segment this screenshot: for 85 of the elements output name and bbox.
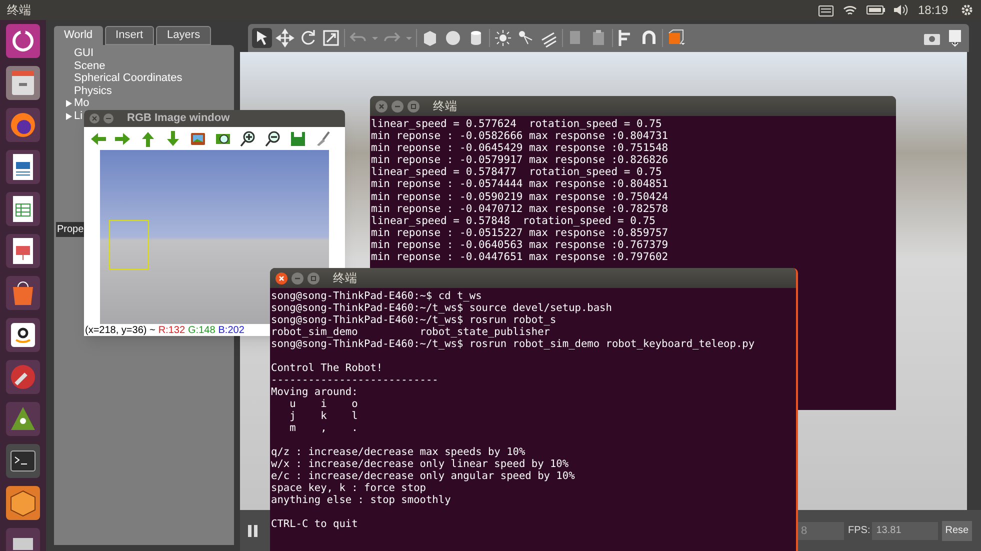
tree-item[interactable]: Physics: [74, 84, 112, 97]
terminal-line: Moving around:: [271, 386, 358, 398]
terminal-line: min reponse : -0.0590219 max response :0.750424: [371, 190, 668, 203]
terminal-line: min reponse : -0.0574444 max response :0.804851: [371, 178, 668, 191]
terminal-line: m , .: [288, 422, 358, 434]
pause-icon[interactable]: [246, 522, 260, 538]
terminal-line: song@song-ThinkPad-E460:~$ cd t_ws: [271, 290, 482, 302]
pixel-channel-value: G:148: [188, 324, 216, 336]
terminal-line: min reponse : -0.0447651 max response :0.797602: [371, 251, 668, 264]
fps-label: FPS:: [848, 524, 870, 538]
window-title: 终端: [333, 270, 357, 287]
pixel-channel-value: R:132: [158, 324, 186, 336]
text-field[interactable]: 8: [798, 522, 844, 540]
zoom-in-icon[interactable]: [239, 130, 257, 148]
terminal-line: u i o: [288, 398, 358, 410]
tree-item[interactable]: Scene: [74, 60, 106, 72]
terminal-line: min reponse : -0.0515227 max response :0.859757: [371, 226, 668, 239]
selection-rectangle: [109, 220, 149, 270]
fps-field[interactable]: 13.81: [872, 522, 938, 540]
terminal-line: robot_sim_demo robot_state_publisher: [271, 326, 550, 338]
tab[interactable]: World: [54, 26, 103, 45]
terminal-line: space key, k : force stop: [271, 482, 426, 494]
volume-icon[interactable]: [892, 3, 908, 17]
terminal-line: j k l: [288, 410, 358, 422]
tab[interactable]: Insert: [104, 26, 154, 45]
expand-arrow-icon[interactable]: [66, 112, 72, 120]
terminal-line: min reponse : -0.0645429 max response :0.751548: [371, 142, 668, 154]
smile-logo-icon[interactable]: [6, 318, 40, 352]
terminal-line: q/z : increase/decrease max speeds by 10%: [271, 446, 526, 458]
battery-icon[interactable]: [866, 4, 886, 16]
terminal-line: song@song-ThinkPad-E460:~/t_ws$ rosrun robot_s: [271, 314, 556, 326]
minimize-icon[interactable]: [391, 100, 404, 112]
terminal-line: song@song-ThinkPad-E460:~/t_ws$ rosrun robot_sim_demo robot_keyboard_teleop.py: [271, 338, 755, 350]
window-title: RGB Image window: [127, 111, 230, 126]
terminal-line: Control The Robot!: [271, 362, 383, 374]
down-arrow-icon[interactable]: [164, 130, 182, 148]
square-dropdown-icon[interactable]: [666, 28, 686, 48]
tree-item[interactable]: Li: [74, 110, 83, 122]
tree-item[interactable]: Spherical Coordinates: [74, 72, 182, 84]
wifi-icon[interactable]: [842, 3, 858, 17]
terminal-line: ---------------------------: [271, 374, 438, 386]
pixel-channel-value: B:202: [218, 324, 244, 336]
minimize-icon[interactable]: [103, 113, 114, 124]
terminal-line: min reponse : -0.0579917 max response :0.826826: [371, 154, 668, 166]
terminal-line: min reponse : -0.0582666 max response :0.804731: [371, 130, 668, 142]
save-icon[interactable]: [289, 130, 307, 148]
terminal-icon[interactable]: [6, 444, 40, 478]
expand-arrow-icon[interactable]: [66, 100, 72, 107]
scale-icon[interactable]: [321, 28, 341, 48]
terminal-line: min reponse : -0.0470712 max response :0.782578: [371, 202, 668, 215]
terminal-line: linear_speed = 0.577624 rotation_speed = 0.75: [371, 118, 662, 130]
panel-label: Prope: [56, 222, 85, 237]
shopping-bag-icon[interactable]: [6, 276, 40, 310]
tab[interactable]: Layers: [156, 26, 212, 45]
terminal-line: linear_speed = 0.578477 rotation_speed = 0.75: [371, 166, 662, 178]
terminal-line: w/x : increase/decrease only linear speed by 10%: [271, 458, 569, 470]
maximize-icon[interactable]: [407, 100, 420, 112]
spreadsheet-icon[interactable]: [6, 192, 40, 226]
terminal-line: e/c : increase/decrease only angular speed by 10%: [271, 470, 575, 482]
sphere-icon[interactable]: [443, 28, 463, 48]
close-icon[interactable]: [275, 272, 288, 284]
cursor-coordinates: (x=218, y=36) ~: [85, 324, 156, 336]
zoom-out-icon[interactable]: [264, 130, 282, 148]
pointer-icon[interactable]: [252, 28, 272, 48]
terminal-line: linear_speed = 0.57848 rotation_speed = 0.75: [371, 214, 656, 227]
window-title: 终端: [433, 98, 457, 115]
up-arrow-icon[interactable]: [139, 130, 157, 148]
terminal-line: CTRL-C to quit: [271, 518, 358, 530]
tree-item[interactable]: Mo: [74, 97, 90, 110]
document-icon[interactable]: [6, 150, 40, 184]
terminal-line: min reponse : -0.0640563 max response :0.767379: [371, 238, 668, 252]
presentation-icon[interactable]: [6, 234, 40, 268]
sun-icon[interactable]: [493, 28, 513, 48]
clock[interactable]: 18:19: [918, 1, 948, 19]
move-arrows-icon[interactable]: [275, 28, 295, 48]
terminal-line: anything else : stop smoothly: [271, 494, 451, 506]
keyboard-icon[interactable]: [818, 3, 834, 17]
file-cabinet-icon[interactable]: [6, 66, 40, 100]
reset-button[interactable]: Rese: [942, 520, 972, 540]
circle-logo-icon[interactable]: [6, 24, 40, 58]
gear-icon[interactable]: [960, 3, 974, 17]
maximize-icon[interactable]: [307, 272, 320, 284]
window-title: 终端: [7, 2, 31, 19]
terminal-line: song@song-ThinkPad-E460:~/t_ws$ source devel/setup.bash: [271, 302, 612, 314]
tree-item[interactable]: GUI: [74, 47, 94, 60]
